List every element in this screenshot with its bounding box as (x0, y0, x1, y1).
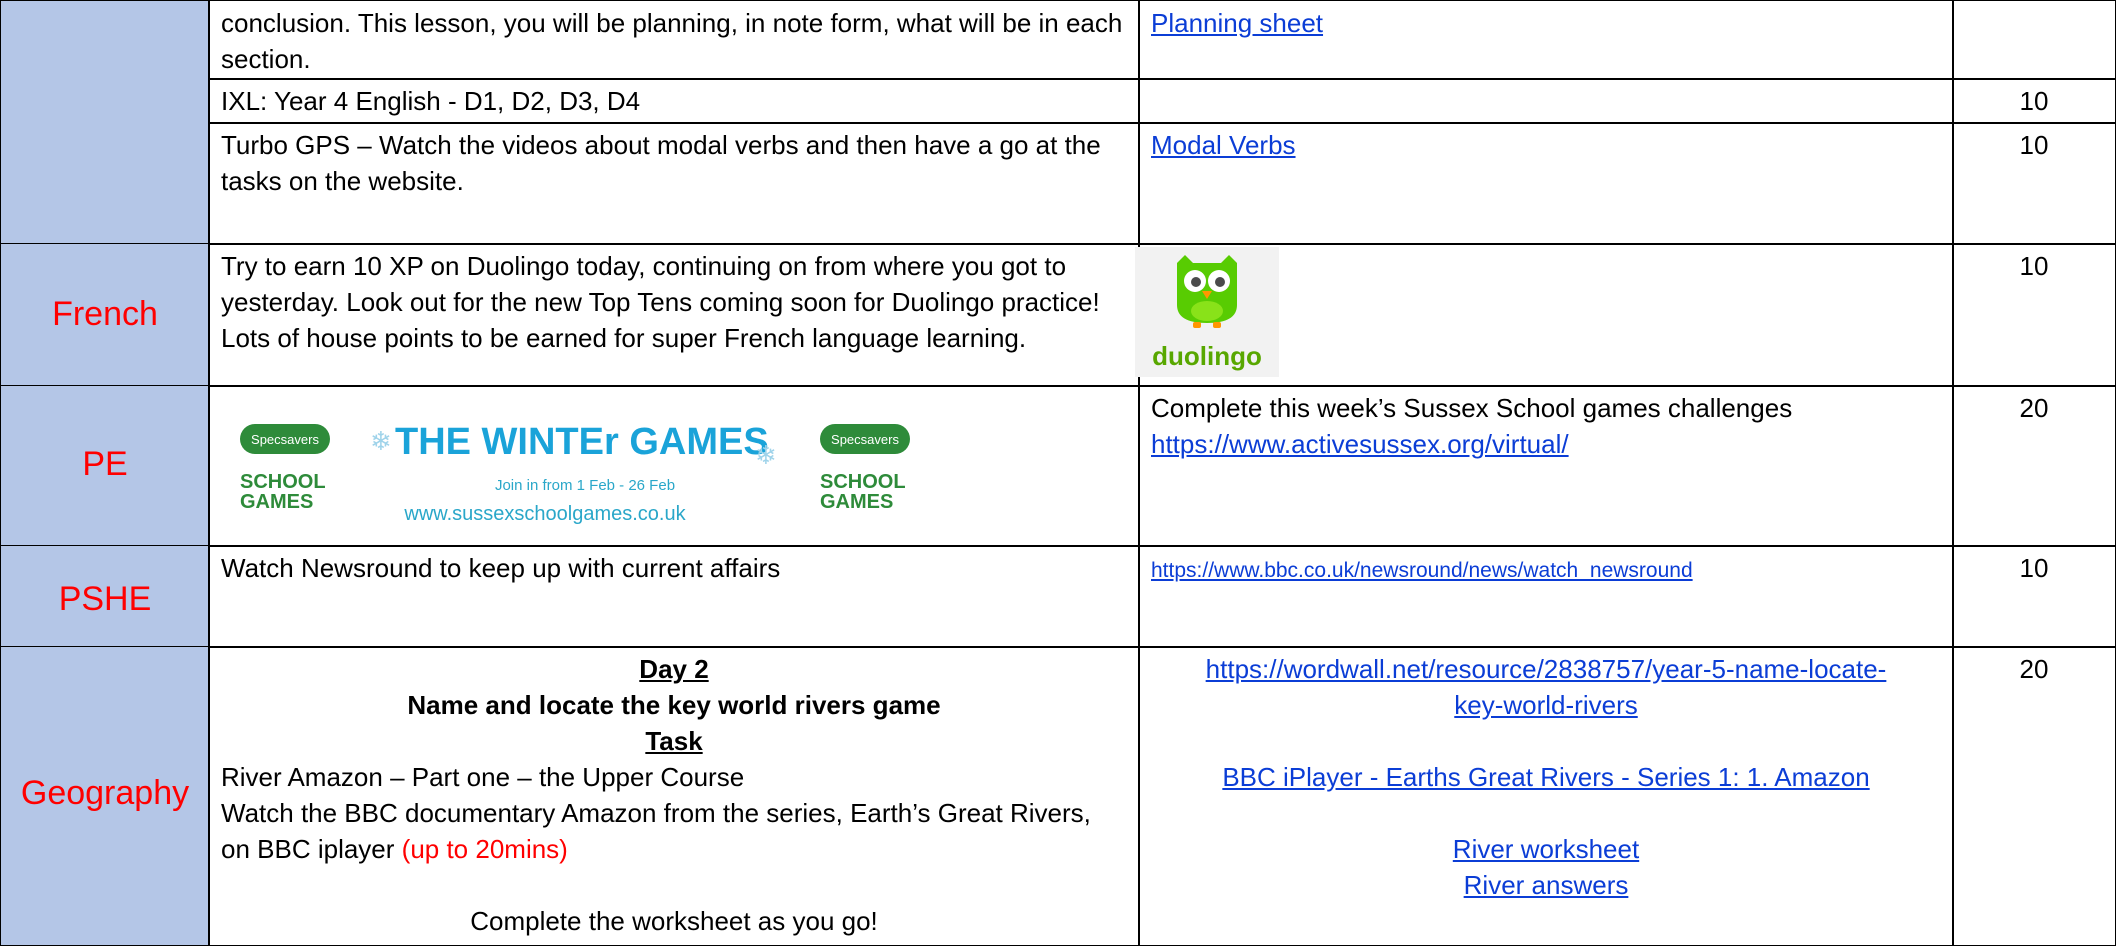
subject-label-pshe: PSHE (58, 580, 152, 618)
english-points-2: 10 (1952, 78, 2116, 124)
english-resource-3: Modal Verbs (1138, 122, 1954, 245)
active-sussex-link[interactable]: https://www.activesussex.org/virtual/ (1151, 429, 1569, 459)
specsavers-text-left: Specsavers (251, 432, 319, 447)
pshe-points: 10 (1952, 545, 2116, 648)
subject-label-geography: Geography (20, 774, 190, 812)
english-task-1: conclusion. This lesson, you will be pla… (208, 0, 1140, 80)
subject-cell-pe: PE (0, 385, 210, 547)
geography-task-heading: Task (645, 726, 703, 756)
subject-label-french: French (52, 295, 158, 333)
english-points-1 (1952, 0, 2116, 80)
snowflake-icon-right: ❄ (755, 440, 777, 470)
geography-time-note: (up to 20mins) (401, 834, 568, 864)
english-resource-2 (1138, 78, 1954, 124)
winter-games-graphic: Specsavers SCHOOL GAMES ❄ THE WINTEr GAM… (240, 421, 910, 525)
english-points-3: 10 (1952, 122, 2116, 245)
geography-heading: Name and locate the key world rivers gam… (407, 690, 941, 720)
duolingo-owl-icon: duolingo (1135, 247, 1279, 377)
geography-day: Day 2 (639, 654, 709, 684)
duolingo-logo: duolingo (1135, 247, 1279, 377)
subject-cell-geography: Geography (0, 646, 210, 946)
winter-games-dates: Join in from 1 Feb - 26 Feb (495, 477, 675, 494)
english-task-2: IXL: Year 4 English - D1, D2, D3, D4 (208, 78, 1140, 124)
winter-games-url: www.sussexschoolgames.co.uk (403, 503, 686, 525)
river-answers-link[interactable]: River answers (1464, 870, 1629, 900)
geography-line-1: River Amazon – Part one – the Upper Cour… (221, 762, 745, 792)
geography-resources: https://wordwall.net/resource/2838757/ye… (1138, 646, 1954, 946)
geography-line-2: Watch the BBC documentary Amazon from th… (221, 798, 1091, 864)
school-games-left-2: GAMES (240, 491, 313, 513)
school-games-right-1: SCHOOL (820, 471, 906, 493)
french-task: Try to earn 10 XP on Duolingo today, con… (208, 243, 1140, 387)
school-games-left-1: SCHOOL (240, 471, 326, 493)
specsavers-text-right: Specsavers (831, 432, 899, 447)
wordwall-link[interactable]: https://wordwall.net/resource/2838757/ye… (1206, 654, 1887, 720)
geography-points: 20 (1952, 646, 2116, 946)
french-points: 10 (1952, 243, 2116, 387)
pe-resource: Complete this week’s Sussex School games… (1138, 385, 1954, 547)
winter-games-title: THE WINTEr GAMES (395, 421, 769, 463)
subject-cell-pshe: PSHE (0, 545, 210, 648)
subject-cell-french: French (0, 243, 210, 387)
winter-games-banner: Specsavers SCHOOL GAMES ❄ THE WINTEr GAM… (220, 400, 940, 535)
bbc-iplayer-link[interactable]: BBC iPlayer - Earths Great Rivers - Seri… (1222, 762, 1869, 792)
pshe-resource: https://www.bbc.co.uk/newsround/news/wat… (1138, 545, 1954, 648)
geography-line-3: Complete the worksheet as you go! (470, 906, 878, 936)
english-resource-1: Planning sheet (1138, 0, 1954, 80)
subject-label-pe: PE (82, 445, 128, 483)
school-games-right-2: GAMES (820, 491, 893, 513)
english-task-3: Turbo GPS – Watch the videos about modal… (208, 122, 1140, 245)
pe-points: 20 (1952, 385, 2116, 547)
pshe-task: Watch Newsround to keep up with current … (208, 545, 1140, 648)
modal-verbs-link[interactable]: Modal Verbs (1151, 130, 1296, 160)
planning-sheet-link[interactable]: Planning sheet (1151, 8, 1323, 38)
snowflake-icon-left: ❄ (370, 426, 392, 456)
geography-task: Day 2 Name and locate the key world rive… (208, 646, 1140, 946)
duolingo-wordmark: duolingo (1152, 341, 1262, 371)
subject-cell-english (0, 0, 210, 245)
river-worksheet-link[interactable]: River worksheet (1453, 834, 1639, 864)
newsround-link[interactable]: https://www.bbc.co.uk/newsround/news/wat… (1151, 559, 1693, 582)
pe-task-text: Complete this week’s Sussex School games… (1151, 393, 1793, 423)
